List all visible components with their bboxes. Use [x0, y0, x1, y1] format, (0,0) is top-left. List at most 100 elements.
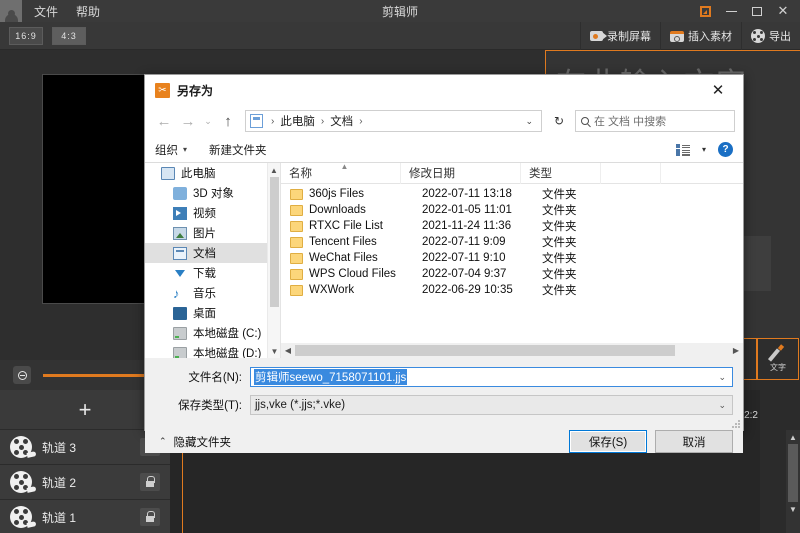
maximize-icon[interactable] [744, 0, 770, 22]
file-type: 文件夹 [542, 250, 622, 266]
tree-item-videos[interactable]: 视频 [145, 203, 280, 223]
tree-item-music[interactable]: ♪ 音乐 [145, 283, 280, 303]
tree-item-desktop[interactable]: 桌面 [145, 303, 280, 323]
track-label: 轨道 1 [42, 509, 130, 526]
organize-button[interactable]: 组织 ▾ [155, 142, 187, 158]
file-name: RTXC File List [309, 220, 422, 232]
resize-grip[interactable] [731, 419, 741, 429]
recent-locations-button[interactable]: ⌄ [201, 110, 215, 132]
cancel-button[interactable]: 取消 [655, 430, 733, 453]
timeline-vertical-scrollbar[interactable]: ▲ ▼ [786, 430, 800, 533]
editor-toolbar-right: 录制屏幕 插入素材 导出 [580, 22, 800, 50]
tree-item-label: 音乐 [193, 285, 216, 301]
track-label: 轨道 2 [42, 474, 130, 491]
lock-icon[interactable] [140, 473, 160, 491]
tree-item-local-disk-c[interactable]: 本地磁盘 (C:) [145, 323, 280, 343]
folder-icon [290, 285, 303, 296]
minimize-icon[interactable] [718, 0, 744, 22]
filename-input[interactable]: 剪辑师seewo_7158071101.jjs ⌄ [250, 367, 733, 387]
chevron-down-icon[interactable]: ⌄ [718, 372, 732, 383]
export-button[interactable]: 导出 [741, 22, 800, 50]
column-header-extra[interactable] [601, 163, 661, 184]
up-button[interactable]: ↑ [217, 110, 239, 132]
tree-item-label: 此电脑 [181, 165, 216, 181]
record-screen-button[interactable]: 录制屏幕 [580, 22, 660, 50]
tree-item-pictures[interactable]: 图片 [145, 223, 280, 243]
list-item[interactable]: RTXC File List 2021-11-24 11:36 文件夹 [281, 218, 743, 234]
zoom-out-icon[interactable] [13, 366, 31, 384]
tree-item-documents[interactable]: 文档 [145, 243, 280, 263]
dialog-buttons: 保存(S) 取消 [569, 430, 733, 453]
breadcrumb-item-documents[interactable]: 文档 [328, 113, 355, 129]
editor-toolbar: 16:9 4:3 录制屏幕 插入素材 导出 [0, 22, 800, 50]
file-date: 2022-07-11 9:09 [422, 236, 542, 248]
folder-icon [290, 269, 303, 280]
column-header-name[interactable]: ▲ 名称 [281, 163, 401, 184]
dialog-close-button[interactable]: ✕ [699, 76, 737, 104]
file-date: 2022-07-11 13:18 [422, 188, 542, 200]
new-folder-button[interactable]: 新建文件夹 [209, 142, 267, 158]
search-input[interactable]: 在 文档 中搜索 [575, 110, 735, 132]
track-row[interactable]: 轨道 2 [0, 465, 170, 500]
chevron-down-icon[interactable]: ▾ [702, 145, 706, 154]
scrollbar-thumb[interactable] [295, 345, 675, 356]
column-header-type[interactable]: 类型 [521, 163, 601, 184]
lock-icon[interactable] [140, 508, 160, 526]
chevron-down-icon[interactable]: ⌄ [525, 116, 537, 127]
tree-item-label: 文档 [193, 245, 216, 261]
help-icon[interactable]: ? [718, 142, 733, 157]
scroll-left-icon[interactable]: ◀ [281, 346, 295, 355]
back-button[interactable]: ← [153, 110, 175, 132]
breadcrumb[interactable]: › 此电脑 › 文档 › ⌄ [245, 110, 542, 132]
file-type: 文件夹 [542, 186, 622, 202]
tree-item-3d-objects[interactable]: 3D 对象 [145, 183, 280, 203]
scroll-up-icon[interactable]: ▲ [268, 163, 280, 177]
filetype-select[interactable]: jjs,vke (*.jjs;*.vke) ⌄ [250, 395, 733, 415]
scroll-down-icon[interactable]: ▼ [268, 344, 280, 358]
navigation-tree[interactable]: 此电脑 3D 对象 视频 图片 文档 [145, 163, 280, 358]
pencil-icon [770, 345, 786, 361]
sort-ascending-icon: ▲ [341, 162, 349, 171]
list-item[interactable]: WPS Cloud Files 2022-07-04 9:37 文件夹 [281, 266, 743, 282]
close-icon[interactable]: ✕ [770, 0, 796, 22]
list-view-icon[interactable] [676, 144, 690, 156]
file-type: 文件夹 [542, 234, 622, 250]
forward-button[interactable]: → [177, 110, 199, 132]
scrollbar-thumb[interactable] [788, 444, 798, 502]
list-item[interactable]: 360js Files 2022-07-11 13:18 文件夹 [281, 186, 743, 202]
scrollbar-thumb[interactable] [270, 177, 279, 307]
record-screen-label: 录制屏幕 [607, 28, 651, 44]
breadcrumb-item-this-pc[interactable]: 此电脑 [278, 113, 317, 129]
scroll-up-icon[interactable]: ▲ [786, 430, 800, 444]
column-header-date[interactable]: 修改日期 [401, 163, 521, 184]
track-row[interactable]: 轨道 1 [0, 500, 170, 533]
refresh-button[interactable]: ↻ [548, 110, 570, 132]
restore-down-icon[interactable] [692, 0, 718, 22]
file-date: 2022-07-04 9:37 [422, 268, 542, 280]
track-label: 轨道 3 [42, 439, 130, 456]
hide-folders-toggle[interactable]: ⌃ 隐藏文件夹 [159, 434, 231, 450]
text-tool[interactable]: 文字 [757, 338, 799, 380]
tree-scrollbar[interactable]: ▲ ▼ [267, 163, 280, 358]
ratio-button-4-3[interactable]: 4:3 [52, 27, 86, 45]
tree-item-this-pc[interactable]: 此电脑 [145, 163, 280, 183]
file-name: WPS Cloud Files [309, 268, 422, 280]
scroll-down-icon[interactable]: ▼ [786, 502, 800, 516]
file-list[interactable]: ▲ 名称 修改日期 类型 360js Files 2022-07-11 13:1… [280, 163, 743, 358]
file-list-header: ▲ 名称 修改日期 类型 [281, 163, 743, 184]
ratio-button-16-9[interactable]: 16:9 [9, 27, 43, 45]
insert-media-button[interactable]: 插入素材 [660, 22, 741, 50]
list-item[interactable]: Downloads 2022-01-05 11:01 文件夹 [281, 202, 743, 218]
file-list-horizontal-scrollbar[interactable]: ◀ ▶ [281, 343, 743, 358]
scroll-right-icon[interactable]: ▶ [729, 346, 743, 355]
list-item[interactable]: Tencent Files 2022-07-11 9:09 文件夹 [281, 234, 743, 250]
list-item[interactable]: WeChat Files 2022-07-11 9:10 文件夹 [281, 250, 743, 266]
downloads-icon [173, 267, 187, 280]
list-item[interactable]: WXWork 2022-06-29 10:35 文件夹 [281, 282, 743, 298]
tree-item-label: 视频 [193, 205, 216, 221]
film-reel-icon [10, 506, 32, 528]
tree-item-local-disk-d[interactable]: 本地磁盘 (D:) [145, 343, 280, 358]
chevron-down-icon[interactable]: ⌄ [718, 400, 732, 411]
tree-item-downloads[interactable]: 下载 [145, 263, 280, 283]
save-button[interactable]: 保存(S) [569, 430, 647, 453]
